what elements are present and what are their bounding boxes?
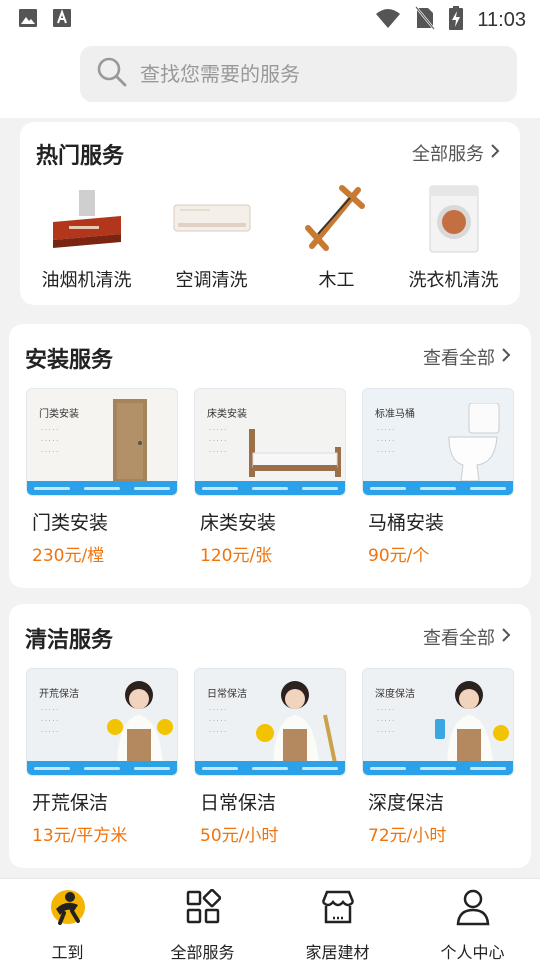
install-services-title: 安装服务: [25, 348, 114, 373]
toilet-install-image: 标准马桶 · · · · · · · · · · · · · · ·: [362, 388, 514, 496]
washing-machine-icon: [391, 182, 516, 256]
install-services-card: 安装服务 查看全部 门类安装 · · · · · · · · · · · · · ·…: [9, 324, 531, 588]
view-all-label: 查看全部: [423, 348, 495, 369]
product-card[interactable]: 开荒保洁 · · · · · · · · · · · · · · · 开荒保洁 13…: [26, 668, 178, 846]
air-conditioner-icon: [149, 182, 274, 256]
daily-clean-image: 日常保洁 · · · · · · · · · · · · · · ·: [194, 668, 346, 776]
brand-logo-icon: [0, 887, 135, 927]
store-icon: [270, 887, 405, 927]
hot-item-label: 木工: [318, 270, 355, 291]
view-all-label: 查看全部: [423, 628, 495, 649]
thumb-strip: [195, 481, 345, 495]
product-name: 日常保洁: [200, 792, 277, 814]
search-icon: [80, 56, 128, 92]
bottom-tab-bar: 工到 全部服务 家居建材 个人中心: [0, 878, 540, 960]
deep-clean-new-home-image: 开荒保洁 · · · · · · · · · · · · · · ·: [26, 668, 178, 776]
thumb-strip: [195, 761, 345, 775]
clean-view-all-link[interactable]: 查看全部: [423, 624, 511, 650]
thumb-bullets: · · · · · · · · · · · · · · ·: [209, 427, 227, 456]
thumb-tag: 床类安装: [207, 409, 247, 420]
product-card[interactable]: 门类安装 · · · · · · · · · · · · · · · 门类安装 23…: [26, 388, 178, 566]
product-card[interactable]: 日常保洁 · · · · · · · · · · · · · · · 日常保洁 50…: [194, 668, 346, 846]
thumb-bullets: · · · · · · · · · · · · · · ·: [41, 707, 59, 736]
hot-item-label: 洗衣机清洗: [408, 270, 499, 291]
thumb-strip: [27, 481, 177, 495]
product-price: 230元/樘: [32, 546, 105, 566]
thumb-bullets: · · · · · · · · · · · · · · ·: [377, 707, 395, 736]
thumb-tag: 标准马桶: [375, 409, 415, 420]
chevron-right-icon: [490, 143, 500, 164]
thumb-strip: [363, 481, 513, 495]
tab-personal-center[interactable]: 个人中心: [405, 887, 540, 960]
hot-services-card: 热门服务 全部服务 油烟机清洗 空调清洗 木工 洗衣机清洗: [20, 122, 520, 305]
product-name: 深度保洁: [368, 792, 445, 814]
search-input[interactable]: [140, 62, 460, 86]
product-price: 90元/个: [368, 546, 430, 566]
product-name: 床类安装: [200, 512, 277, 534]
hot-item-washing-machine[interactable]: 洗衣机清洗: [391, 182, 516, 292]
status-time: 11:03: [477, 8, 526, 31]
clean-services-title: 清洁服务: [25, 628, 114, 653]
tab-home[interactable]: 工到: [0, 887, 135, 960]
install-view-all-link[interactable]: 查看全部: [423, 344, 511, 370]
door-install-image: 门类安装 · · · · · · · · · · · · · · ·: [26, 388, 178, 496]
battery-charging-icon: [449, 6, 464, 34]
image-notification-icon: [18, 8, 38, 32]
tab-label: 家居建材: [305, 943, 370, 960]
product-name: 门类安装: [32, 512, 109, 534]
all-services-link[interactable]: 全部服务: [412, 140, 500, 166]
chevron-right-icon: [501, 347, 511, 368]
grid-icon: [135, 887, 270, 927]
product-price: 72元/小时: [368, 826, 447, 846]
tab-label: 全部服务: [170, 943, 235, 960]
hot-services-title: 热门服务: [36, 144, 125, 169]
all-services-label: 全部服务: [412, 144, 484, 165]
hot-item-label: 油烟机清洗: [41, 270, 132, 291]
bed-install-image: 床类安装 · · · · · · · · · · · · · · ·: [194, 388, 346, 496]
wifi-icon: [375, 7, 401, 33]
tab-home-materials[interactable]: 家居建材: [270, 887, 405, 960]
hot-item-label: 空调清洗: [175, 270, 248, 291]
thumb-tag: 门类安装: [39, 409, 79, 420]
hot-item-range-hood[interactable]: 油烟机清洗: [24, 182, 149, 292]
thumb-strip: [363, 761, 513, 775]
saw-icon: [274, 182, 399, 256]
hot-item-air-conditioner[interactable]: 空调清洗: [149, 182, 274, 292]
product-card[interactable]: 床类安装 · · · · · · · · · · · · · · · 床类安装 12…: [194, 388, 346, 566]
tab-label: 工到: [51, 943, 84, 960]
product-price: 50元/小时: [200, 826, 279, 846]
chevron-right-icon: [501, 627, 511, 648]
tab-all-services[interactable]: 全部服务: [135, 887, 270, 960]
tab-label: 个人中心: [440, 943, 505, 960]
search-bar[interactable]: [80, 46, 517, 102]
thumb-strip: [27, 761, 177, 775]
thumb-tag: 日常保洁: [207, 689, 247, 700]
thumb-tag: 开荒保洁: [39, 689, 79, 700]
thumb-bullets: · · · · · · · · · · · · · · ·: [209, 707, 227, 736]
product-card[interactable]: 标准马桶 · · · · · · · · · · · · · · · 马桶安装 90…: [362, 388, 514, 566]
product-name: 开荒保洁: [32, 792, 109, 814]
clean-services-card: 清洁服务 查看全部 开荒保洁 · · · · · · · · · · · · · ·…: [9, 604, 531, 868]
no-sim-icon: [415, 6, 436, 34]
deep-clean-image: 深度保洁 · · · · · · · · · · · · · · ·: [362, 668, 514, 776]
status-bar: 11:03: [0, 0, 540, 36]
text-notification-icon: [52, 8, 72, 32]
thumb-bullets: · · · · · · · · · · · · · · ·: [41, 427, 59, 456]
product-card[interactable]: 深度保洁 · · · · · · · · · · · · · · · 深度保洁 72…: [362, 668, 514, 846]
product-name: 马桶安装: [368, 512, 445, 534]
product-price: 13元/平方米: [32, 826, 128, 846]
person-icon: [405, 887, 540, 927]
thumb-tag: 深度保洁: [375, 689, 415, 700]
hot-item-carpentry[interactable]: 木工: [274, 182, 399, 292]
search-area: [0, 36, 540, 118]
range-hood-icon: [24, 182, 149, 256]
thumb-bullets: · · · · · · · · · · · · · · ·: [377, 427, 395, 456]
product-price: 120元/张: [200, 546, 273, 566]
